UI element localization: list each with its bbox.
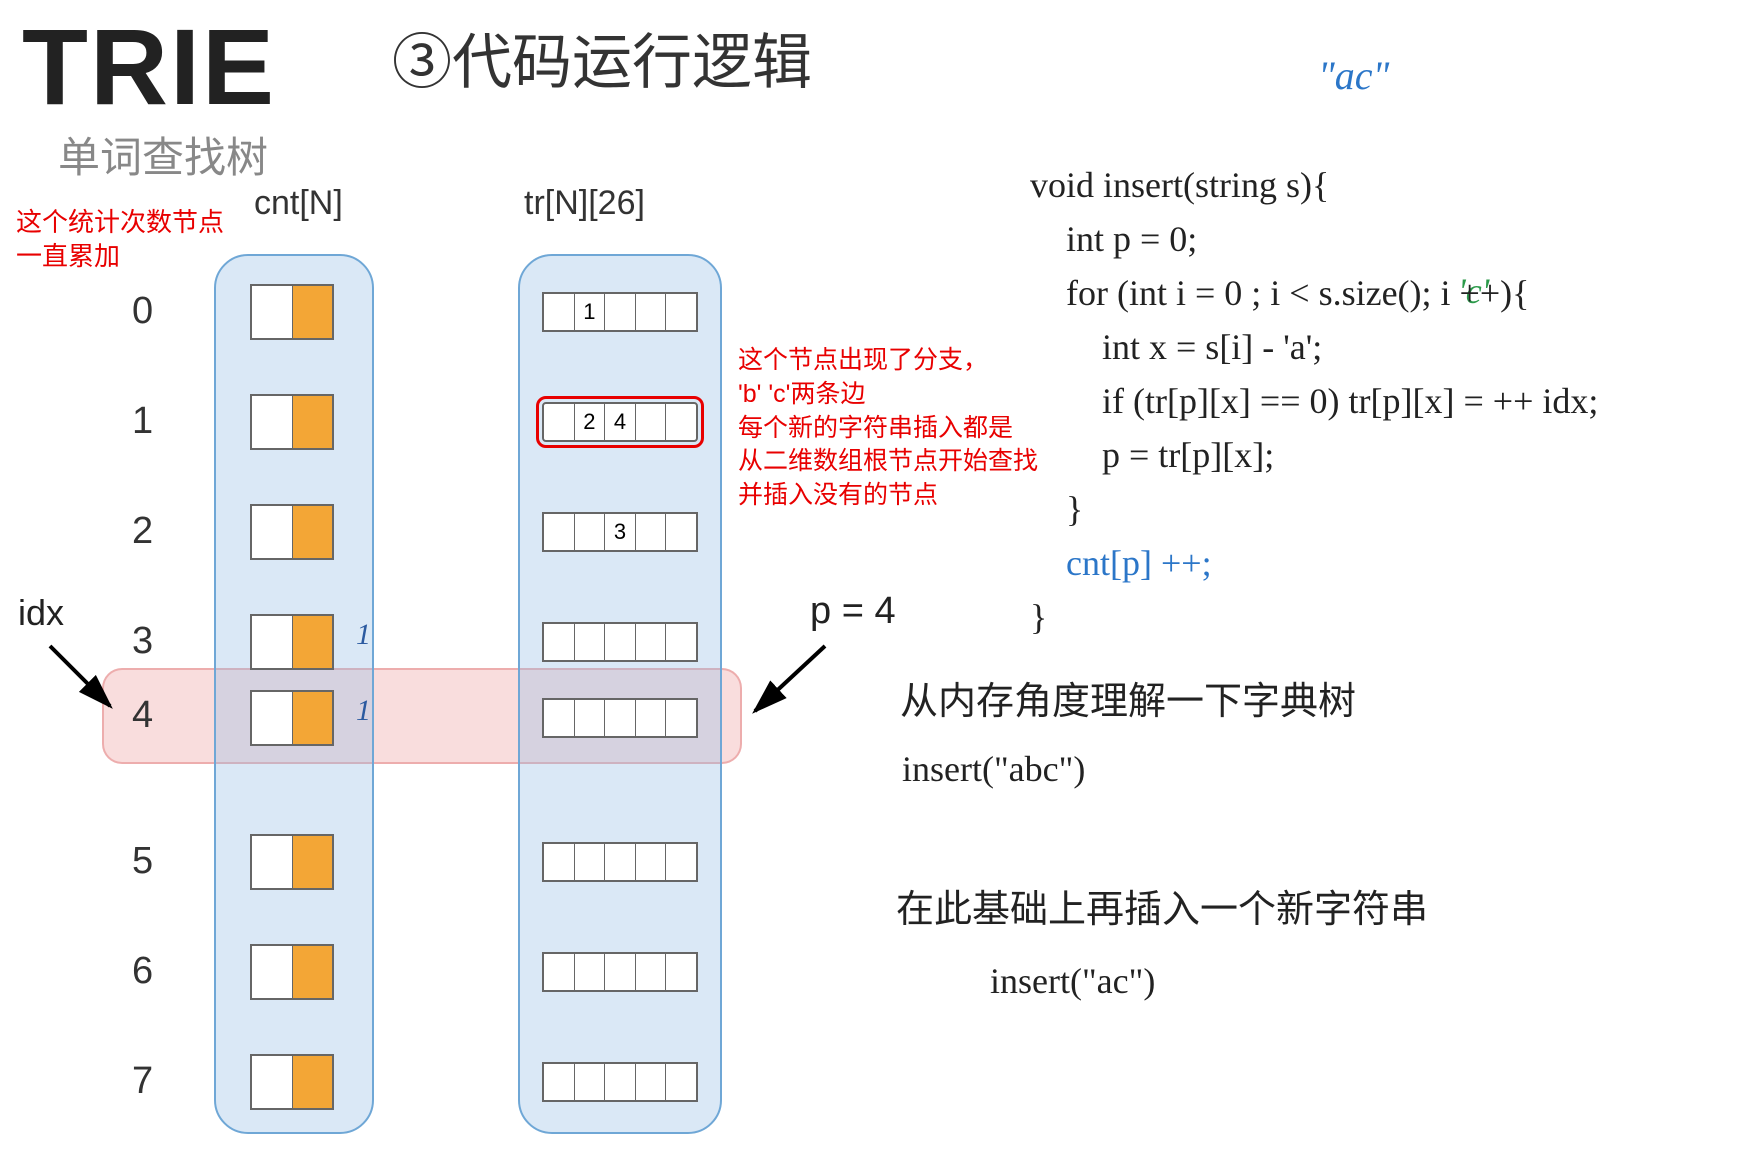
cnt-val-3: 1 [356, 618, 371, 652]
note-line: 每个新的字符串插入都是 [738, 412, 1038, 446]
tr-val: 4 [605, 404, 636, 440]
cnt-cell-1 [250, 394, 334, 450]
cnt-cell-4 [250, 690, 334, 746]
cnt-cell-3 [250, 614, 334, 670]
code-line: } [1030, 597, 1047, 637]
tr-val: 2 [575, 404, 606, 440]
tr-row-0: 1 [542, 292, 698, 332]
cnt-cell-6 [250, 944, 334, 1000]
cnt-array-label: cnt[N] [254, 184, 343, 223]
note-line: 这个节点出现了分支， [738, 344, 1038, 378]
cnt-val-4: 1 [356, 694, 371, 728]
tr-row-7 [542, 1062, 698, 1102]
cnt-cell-5 [250, 834, 334, 890]
row-index-7: 7 [132, 1060, 153, 1103]
tr-row-3 [542, 622, 698, 662]
mem-explain-3: 在此基础上再插入一个新字符串 [896, 878, 1428, 933]
code-annotation-ac: "ac" [1318, 52, 1389, 99]
code-line: int p = 0; [1030, 219, 1197, 259]
arrow-p-icon [740, 636, 840, 736]
tr-row-5 [542, 842, 698, 882]
tr-val: 3 [605, 514, 636, 550]
mem-explain-4: insert("ac") [990, 960, 1155, 1002]
note-line: 这个统计次数节点 [16, 206, 224, 240]
code-line: if (tr[p][x] == 0) tr[p][x] = ++ idx; [1030, 381, 1598, 421]
note-branch: 这个节点出现了分支， 'b' 'c'两条边 每个新的字符串插入都是 从二维数组根… [738, 344, 1038, 513]
subtitle: 单词查找树 [58, 124, 268, 185]
cnt-cell-2 [250, 504, 334, 560]
row-index-3: 3 [132, 620, 153, 663]
cnt-cell-7 [250, 1054, 334, 1110]
row-index-0: 0 [132, 290, 153, 333]
section-title: ③代码运行逻辑 [392, 14, 812, 101]
tr-val: 1 [575, 294, 606, 330]
title-trie: TRIE [22, 4, 276, 129]
p-label: p = 4 [810, 590, 896, 633]
tr-row-6 [542, 952, 698, 992]
note-line: 一直累加 [16, 240, 224, 274]
code-line: for (int i = 0 ; i < s.size(); i ++){ [1030, 273, 1529, 313]
idx-label: idx [18, 592, 64, 634]
row-index-5: 5 [132, 840, 153, 883]
tr-row-1: 24 [542, 402, 698, 442]
code-line-cnt: cnt[p] ++; [1030, 543, 1212, 583]
code-line: int x = s[i] - 'a'; [1030, 327, 1322, 367]
note-line: 'b' 'c'两条边 [738, 378, 1038, 412]
note-line: 并插入没有的节点 [738, 479, 1038, 513]
code-line: } [1030, 489, 1083, 529]
tr-row-4 [542, 698, 698, 738]
note-line: 从二维数组根节点开始查找 [738, 445, 1038, 479]
code-line: void insert(string s){ [1030, 165, 1329, 205]
note-cnt-accumulate: 这个统计次数节点 一直累加 [16, 206, 224, 274]
mem-explain-2: insert("abc") [902, 748, 1085, 790]
row-index-4: 4 [132, 694, 153, 737]
tr-row-2: 3 [542, 512, 698, 552]
mem-explain-1: 从内存角度理解一下字典树 [900, 670, 1356, 725]
row-index-1: 1 [132, 400, 153, 443]
tr-array-label: tr[N][26] [524, 184, 645, 223]
code-block: void insert(string s){ int p = 0; for (i… [1030, 104, 1598, 644]
tr-array-panel [518, 254, 722, 1134]
cnt-cell-0 [250, 284, 334, 340]
code-line: p = tr[p][x]; [1030, 435, 1274, 475]
arrow-idx-icon [40, 636, 130, 726]
row-index-6: 6 [132, 950, 153, 993]
row-index-2: 2 [132, 510, 153, 553]
